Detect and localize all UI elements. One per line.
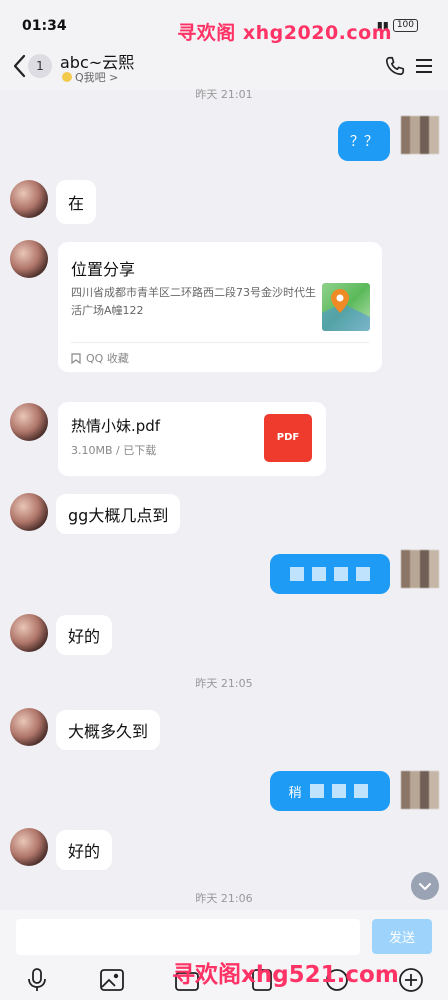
redacted-block <box>353 784 368 798</box>
microphone-icon[interactable] <box>24 967 50 993</box>
avatar-self[interactable] <box>401 771 439 809</box>
message-bubble-received[interactable]: 大概多久到 <box>56 710 161 750</box>
message-bubble-sent-redacted[interactable]: 稍 <box>270 771 390 811</box>
file-meta: 3.10MB / 已下载 <box>71 444 157 457</box>
message-input[interactable] <box>16 919 360 955</box>
divider <box>71 342 369 343</box>
redacted-block <box>290 567 304 581</box>
location-source-label: QQ 收藏 <box>86 352 129 365</box>
file-name: 热情小妹.pdf <box>71 417 161 435</box>
avatar-contact[interactable] <box>10 403 48 441</box>
phone-icon[interactable] <box>384 55 406 77</box>
avatar-contact[interactable] <box>10 614 48 652</box>
message-bubble-received[interactable]: 在 <box>56 180 97 224</box>
watermark-top: 寻欢阁 xhg2020.com <box>177 22 392 44</box>
message-bubble-received[interactable]: 好的 <box>56 615 113 655</box>
redacted-block <box>312 567 326 581</box>
redacted-block <box>309 784 324 798</box>
message-bubble-sent[interactable]: ？？ <box>338 121 390 161</box>
pdf-file-icon: PDF <box>264 414 312 462</box>
message-prefix: 稍 <box>288 785 302 801</box>
redacted-block <box>331 784 346 798</box>
timestamp: 昨天 21:06 <box>195 892 253 905</box>
avatar-contact[interactable] <box>10 240 48 278</box>
file-card[interactable]: 热情小妹.pdf 3.10MB / 已下载 PDF <box>58 402 326 476</box>
timestamp: 昨天 21:05 <box>195 677 253 690</box>
redacted-block <box>334 567 348 581</box>
image-icon[interactable] <box>99 967 125 993</box>
watermark-bottom: 寻欢阁xhg521.com <box>172 962 399 988</box>
message-bubble-sent-redacted[interactable] <box>270 554 390 594</box>
avatar-self[interactable] <box>401 116 439 154</box>
avatar-contact[interactable] <box>10 180 48 218</box>
status-text: Q我吧 > <box>75 71 119 84</box>
emoji-icon <box>62 72 72 82</box>
map-pin-icon <box>322 289 370 331</box>
menu-icon[interactable] <box>414 56 434 76</box>
location-source: QQ 收藏 <box>71 350 129 366</box>
location-address: 四川省成都市青羊区二环路西二段73号金沙时代生活广场A幢122 <box>71 286 316 317</box>
avatar-contact[interactable] <box>10 708 48 746</box>
redacted-block <box>356 567 370 581</box>
battery-icon: 100 <box>392 19 418 32</box>
status-bar: 01:34 ▮▮ 100 寻欢阁 xhg2020.com <box>0 0 448 44</box>
plus-icon[interactable] <box>398 967 424 993</box>
status-time: 01:34 <box>22 18 67 34</box>
bookmark-icon <box>71 352 81 364</box>
avatar-contact[interactable] <box>10 493 48 531</box>
timestamp: 昨天 21:01 <box>195 88 253 101</box>
message-bubble-received[interactable]: 好的 <box>56 830 113 870</box>
chat-header: 1 abc~云熙 Q我吧 > <box>0 44 448 90</box>
unread-badge[interactable]: 1 <box>28 54 52 78</box>
send-button[interactable]: 发送 <box>372 919 432 954</box>
avatar-self[interactable] <box>401 550 439 588</box>
location-title: 位置分享 <box>71 260 136 279</box>
avatar-contact[interactable] <box>10 828 48 866</box>
location-share-card[interactable]: 位置分享 四川省成都市青羊区二环路西二段73号金沙时代生活广场A幢122 QQ … <box>58 242 382 372</box>
map-thumbnail <box>322 283 370 331</box>
chat-status[interactable]: Q我吧 > <box>62 69 118 85</box>
message-bubble-received[interactable]: gg大概几点到 <box>56 494 181 534</box>
